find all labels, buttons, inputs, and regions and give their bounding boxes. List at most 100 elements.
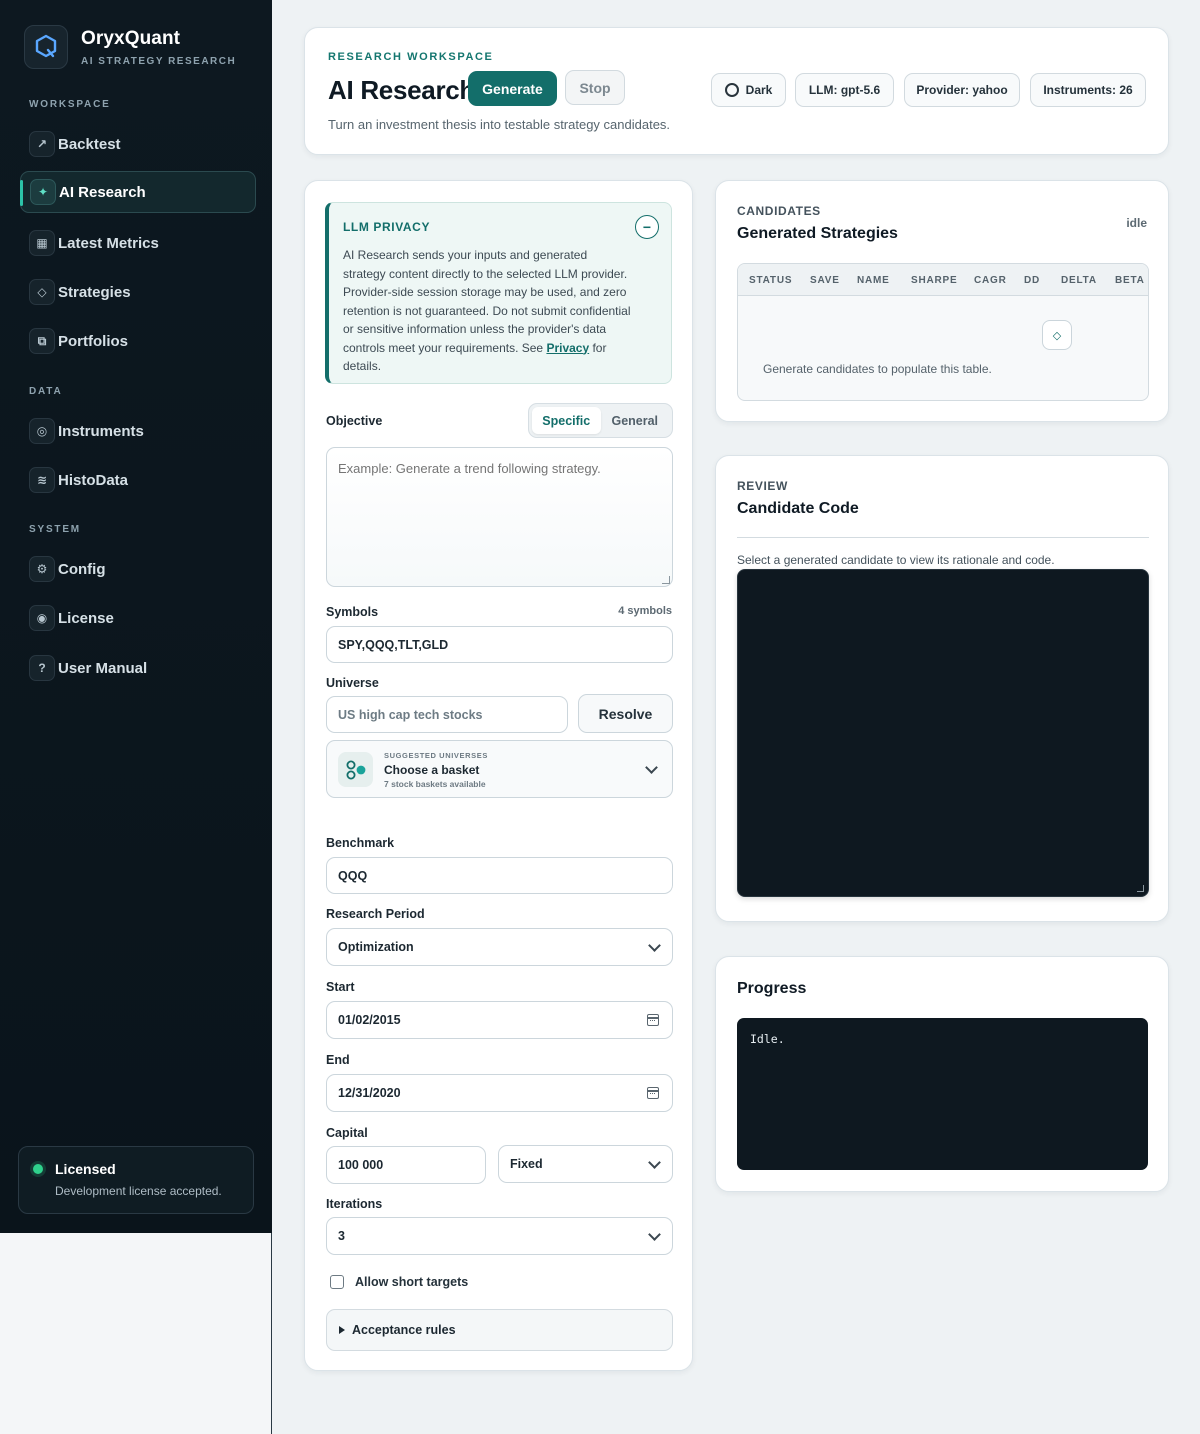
capital-input[interactable]: 100 000 — [326, 1146, 486, 1184]
column-header-dd[interactable]: DD — [1024, 275, 1040, 286]
llm-privacy-notice: LLM PRIVACY − AI Research sends your inp… — [325, 202, 672, 384]
research-period-value: Optimization — [338, 940, 414, 954]
sidebar-item-strategies[interactable]: ◇ Strategies — [20, 271, 256, 313]
stop-button[interactable]: Stop — [565, 70, 625, 105]
privacy-title: LLM PRIVACY — [343, 220, 431, 234]
theme-label: Dark — [745, 83, 773, 97]
allow-short-row[interactable]: Allow short targets — [330, 1275, 468, 1289]
nav-section-system: SYSTEM — [29, 524, 81, 535]
candidates-eyebrow: CANDIDATES — [737, 204, 821, 218]
benchmark-label: Benchmark — [326, 836, 395, 850]
iterations-select[interactable]: 3 — [326, 1217, 673, 1255]
capital-mode-select[interactable]: Fixed — [498, 1145, 673, 1183]
privacy-link[interactable]: Privacy — [546, 341, 589, 355]
sidebar-item-label: Instruments — [58, 422, 144, 440]
mode-general-option[interactable]: General — [601, 407, 670, 434]
sidebar-item-portfolios[interactable]: ⧉ Portfolios — [20, 320, 256, 362]
calendar-icon[interactable] — [647, 1087, 659, 1099]
candidate-code-viewer[interactable] — [737, 569, 1149, 897]
question-icon: ? — [29, 655, 55, 681]
sidebar-item-license[interactable]: ◉ License — [20, 597, 256, 639]
empty-state-text: Generate candidates to populate this tab… — [763, 362, 992, 376]
provider-badge[interactable]: Provider: yahoo — [904, 73, 1020, 107]
review-hint: Select a generated candidate to view its… — [737, 553, 1055, 567]
column-header-cagr[interactable]: CAGR — [974, 275, 1007, 286]
end-label: End — [326, 1053, 350, 1067]
nav-section-data: DATA — [29, 386, 63, 397]
oryx-logo-icon — [24, 25, 68, 69]
resolve-button[interactable]: Resolve — [578, 694, 673, 733]
resize-handle-icon[interactable] — [1137, 885, 1144, 892]
objective-mode-toggle: Specific General — [528, 403, 673, 438]
research-period-select[interactable]: Optimization — [326, 928, 673, 966]
grid-icon: ▦ — [29, 230, 55, 256]
sidebar-item-instruments[interactable]: ◎ Instruments — [20, 410, 256, 452]
column-header-status[interactable]: STATUS — [749, 275, 792, 286]
column-header-delta[interactable]: DELTA — [1061, 275, 1097, 286]
resize-handle-icon[interactable] — [662, 576, 670, 584]
calendar-icon[interactable] — [647, 1014, 659, 1026]
symbols-input[interactable]: SPY,QQQ,TLT,GLD — [326, 626, 673, 663]
sidebar-item-backtest[interactable]: ↗ Backtest — [20, 123, 256, 165]
sidebar-item-ai-research[interactable]: ✦ AI Research — [20, 171, 256, 213]
diamond-icon: ◇ — [29, 279, 55, 305]
brand[interactable]: OryxQuant AI STRATEGY RESEARCH — [24, 25, 236, 69]
license-status[interactable]: Licensed Development license accepted. — [18, 1146, 254, 1214]
sidebar-item-latest-metrics[interactable]: ▦ Latest Metrics — [20, 222, 256, 264]
candidates-card: CANDIDATES Generated Strategies idle STA… — [715, 180, 1169, 422]
start-date-value: 01/02/2015 — [338, 1013, 401, 1027]
start-date-input[interactable]: 01/02/2015 — [326, 1001, 673, 1039]
allow-short-label: Allow short targets — [355, 1275, 469, 1289]
mode-specific-option[interactable]: Specific — [532, 407, 601, 434]
nav-section-workspace: WORKSPACE — [29, 99, 111, 110]
sidebar-item-label: Backtest — [58, 135, 121, 153]
header-eyebrow: RESEARCH WORKSPACE — [328, 51, 494, 63]
license-title: Licensed — [55, 1161, 116, 1177]
sidebar-item-config[interactable]: ⚙ Config — [20, 548, 256, 590]
page-subtitle: Turn an investment thesis into testable … — [328, 117, 671, 132]
llm-badge[interactable]: LLM: gpt-5.6 — [795, 73, 894, 107]
progress-card: Progress Idle. — [715, 956, 1169, 1192]
progress-log[interactable]: Idle. — [737, 1018, 1148, 1170]
column-header-sharpe[interactable]: SHARPE — [911, 275, 957, 286]
review-title: Candidate Code — [737, 500, 859, 517]
column-header-save[interactable]: SAVE — [810, 275, 840, 286]
acceptance-rules-toggle[interactable]: Acceptance rules — [326, 1309, 673, 1351]
column-header-beta[interactable]: BETA — [1115, 275, 1145, 286]
universe-label: Universe — [326, 676, 379, 690]
column-header-name[interactable]: NAME — [857, 275, 890, 286]
privacy-body: AI Research sends your inputs and genera… — [343, 246, 633, 376]
status-dot-icon — [33, 1164, 43, 1174]
sidebar-item-label: Config — [58, 560, 106, 578]
chevron-down-icon — [648, 1228, 661, 1241]
allow-short-checkbox[interactable] — [330, 1275, 344, 1289]
universe-input[interactable]: US high cap tech stocks — [326, 696, 568, 733]
sidebar-item-user-manual[interactable]: ? User Manual — [20, 647, 256, 689]
page-title: AI Research — [328, 75, 475, 105]
empty-diamond-icon: ◇ — [1042, 320, 1072, 350]
progress-title: Progress — [737, 980, 807, 997]
symbols-count: 4 symbols — [618, 605, 672, 617]
end-date-input[interactable]: 12/31/2020 — [326, 1074, 673, 1112]
sidebar-item-histodata[interactable]: ≋ HistoData — [20, 459, 256, 501]
suggested-universes-select[interactable]: SUGGESTED UNIVERSES Choose a basket 7 st… — [326, 740, 673, 798]
brand-name: OryxQuant — [81, 27, 181, 49]
brand-subtitle: AI STRATEGY RESEARCH — [81, 55, 237, 67]
theme-toggle[interactable]: Dark — [711, 73, 786, 107]
record-icon: ◉ — [29, 605, 55, 631]
objective-input[interactable] — [326, 447, 673, 587]
sidebar-item-label: Latest Metrics — [58, 234, 159, 252]
basket-subtitle: 7 stock baskets available — [384, 779, 486, 789]
arrow-up-right-icon: ↗ — [29, 131, 55, 157]
benchmark-input[interactable]: QQQ — [326, 857, 673, 894]
header-card: RESEARCH WORKSPACE AI Research Generate … — [304, 27, 1169, 155]
sidebar-item-label: License — [58, 609, 114, 627]
generate-button[interactable]: Generate — [468, 71, 557, 106]
instruments-badge[interactable]: Instruments: 26 — [1030, 73, 1146, 107]
sidebar-item-label: AI Research — [59, 183, 146, 201]
layers-icon: ⧉ — [29, 328, 55, 354]
sidebar-item-label: Portfolios — [58, 332, 128, 350]
basket-eyebrow: SUGGESTED UNIVERSES — [384, 751, 488, 760]
chevron-down-icon — [645, 761, 658, 774]
collapse-icon[interactable]: − — [635, 215, 659, 239]
